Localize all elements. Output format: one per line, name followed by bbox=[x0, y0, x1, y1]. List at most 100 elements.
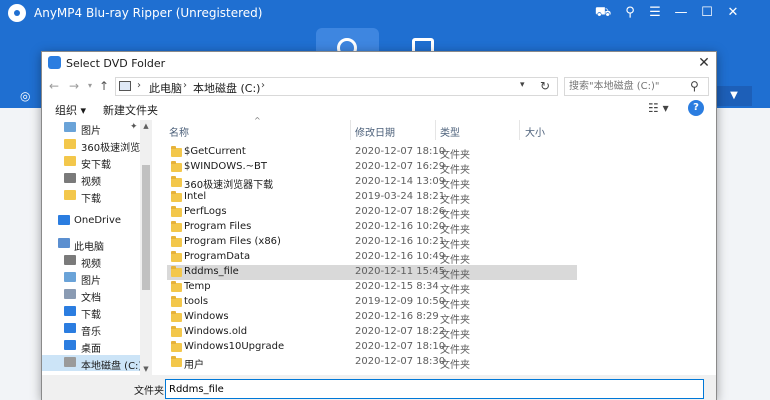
nav-item[interactable]: OneDrive bbox=[42, 213, 152, 229]
table-row[interactable]: PerfLogs 2020-12-07 18:26 文件夹 bbox=[167, 205, 577, 221]
address-dropdown-icon[interactable]: ▾ bbox=[520, 80, 525, 90]
nav-item[interactable]: 桌面 bbox=[42, 338, 152, 355]
documents-icon bbox=[64, 289, 76, 299]
table-row[interactable]: Windows 2020-12-16 8:29 文件夹 bbox=[167, 310, 577, 326]
menu-icon[interactable]: ☰ bbox=[644, 3, 666, 23]
file-date: 2020-12-16 10:21 bbox=[355, 236, 446, 247]
dialog-close-button[interactable]: ✕ bbox=[694, 54, 714, 72]
nav-item-label: 此电脑 bbox=[74, 242, 104, 253]
breadcrumb-separator-icon[interactable]: › bbox=[183, 80, 187, 91]
file-date: 2020-12-07 18:10 bbox=[355, 341, 446, 352]
table-row[interactable]: $WINDOWS.~BT 2020-12-07 16:29 文件夹 bbox=[167, 160, 577, 176]
nav-item[interactable]: 图片 bbox=[42, 270, 152, 287]
address-bar[interactable]: › 此电脑 › 本地磁盘 (C:) › ▾ ↻ bbox=[115, 77, 558, 96]
dialog-titlebar: Select DVD Folder ✕ bbox=[42, 52, 716, 74]
file-type: 文件夹 bbox=[440, 270, 470, 281]
nav-item[interactable]: 360极速浏览器下 bbox=[42, 137, 152, 154]
scrollbar-thumb[interactable] bbox=[142, 165, 150, 290]
file-list: ^ 名称 修改日期 类型 大小 $GetCurrent 2020-12-07 18… bbox=[165, 116, 718, 375]
nav-pane-scrollbar[interactable]: ▲ ▼ bbox=[140, 120, 152, 375]
nav-item[interactable]: 下载 bbox=[42, 304, 152, 321]
search-icon[interactable]: ⚲ bbox=[690, 79, 699, 93]
file-type: 文件夹 bbox=[440, 300, 470, 311]
table-row[interactable]: ProgramData 2020-12-16 10:49 文件夹 bbox=[167, 250, 577, 266]
nav-item-label: 文档 bbox=[81, 293, 101, 304]
table-row[interactable]: tools 2019-12-09 10:50 文件夹 bbox=[167, 295, 577, 311]
breadcrumb-this-pc[interactable]: 此电脑 bbox=[149, 80, 182, 96]
table-row[interactable]: Windows10Upgrade 2020-12-07 18:10 文件夹 bbox=[167, 340, 577, 356]
organize-button[interactable]: 组织 ▾ bbox=[55, 102, 86, 118]
file-name: tools bbox=[184, 296, 209, 307]
music-icon bbox=[64, 323, 76, 333]
table-row[interactable]: Windows.old 2020-12-07 18:22 文件夹 bbox=[167, 325, 577, 341]
refresh-icon[interactable]: ↻ bbox=[540, 79, 550, 93]
help-icon[interactable]: ? bbox=[688, 100, 704, 116]
file-name: Program Files bbox=[184, 221, 252, 232]
table-row[interactable]: Rddms_file 2020-12-11 15:45 文件夹 bbox=[167, 265, 577, 281]
scroll-down-icon[interactable]: ▼ bbox=[140, 363, 152, 375]
column-divider[interactable] bbox=[350, 120, 351, 140]
cart-icon[interactable]: ⛟ bbox=[592, 3, 614, 23]
file-type: 文件夹 bbox=[440, 315, 470, 326]
file-name: Windows.old bbox=[184, 326, 248, 337]
column-divider[interactable] bbox=[435, 120, 436, 140]
view-options-icon[interactable]: ☷ ▾ bbox=[648, 101, 669, 115]
folder-name-input[interactable] bbox=[165, 379, 704, 399]
nav-item-label: 安下载 bbox=[81, 160, 111, 171]
breadcrumb-separator-icon[interactable]: › bbox=[261, 80, 265, 91]
new-folder-button[interactable]: 新建文件夹 bbox=[103, 102, 158, 118]
file-date: 2020-12-11 15:45 bbox=[355, 266, 446, 277]
dialog-app-icon bbox=[48, 56, 61, 69]
nav-item[interactable]: 此电脑 bbox=[42, 236, 152, 253]
back-arrow-icon[interactable]: ← bbox=[46, 78, 62, 94]
table-row[interactable]: Temp 2020-12-15 8:34 文件夹 bbox=[167, 280, 577, 296]
nav-item[interactable]: 图片 ✦ bbox=[42, 120, 152, 137]
column-header-size[interactable]: 大小 bbox=[525, 124, 545, 139]
nav-item[interactable]: 音乐 bbox=[42, 321, 152, 338]
folder-icon bbox=[171, 341, 182, 352]
column-divider[interactable] bbox=[519, 120, 520, 140]
column-header-type[interactable]: 类型 bbox=[440, 124, 460, 139]
table-row[interactable]: Program Files 2020-12-16 10:20 文件夹 bbox=[167, 220, 577, 236]
pictures-icon bbox=[64, 272, 76, 282]
up-arrow-icon[interactable]: ↑ bbox=[96, 78, 112, 94]
file-name: Program Files (x86) bbox=[184, 236, 281, 247]
nav-item[interactable]: 视频 bbox=[42, 171, 152, 188]
table-row[interactable]: Program Files (x86) 2020-12-16 10:21 文件夹 bbox=[167, 235, 577, 251]
search-input[interactable] bbox=[569, 79, 684, 94]
column-header-name[interactable]: 名称 bbox=[169, 124, 189, 139]
search-box[interactable]: ⚲ bbox=[564, 77, 709, 96]
folder-icon bbox=[171, 356, 182, 367]
close-icon[interactable]: ✕ bbox=[722, 3, 744, 23]
table-row[interactable]: 360极速浏览器下载 2020-12-14 13:09 文件夹 bbox=[167, 175, 577, 191]
scroll-up-icon[interactable]: ▲ bbox=[140, 120, 152, 132]
nav-item[interactable]: 视频 bbox=[42, 253, 152, 270]
folder-icon bbox=[64, 190, 76, 200]
file-name: ProgramData bbox=[184, 251, 251, 262]
file-name: $WINDOWS.~BT bbox=[184, 161, 268, 172]
forward-arrow-icon[interactable]: → bbox=[66, 78, 82, 94]
nav-item-label: 视频 bbox=[81, 177, 101, 188]
maximize-icon[interactable]: ☐ bbox=[696, 3, 718, 23]
breadcrumb-local-disk[interactable]: 本地磁盘 (C:) bbox=[193, 80, 260, 96]
file-name: Intel bbox=[184, 191, 207, 202]
dialog-title: Select DVD Folder bbox=[66, 57, 166, 70]
nav-item[interactable]: 本地磁盘 (C:) bbox=[42, 355, 152, 372]
rip-all-dropdown[interactable]: ▼ bbox=[716, 86, 752, 106]
file-type: 文件夹 bbox=[440, 285, 470, 296]
nav-item[interactable]: 安下载 bbox=[42, 154, 152, 171]
nav-item[interactable]: 下载 bbox=[42, 188, 152, 205]
computer-icon bbox=[58, 238, 70, 248]
load-disc-icon[interactable]: ◎ bbox=[20, 89, 30, 103]
column-header-date[interactable]: 修改日期 bbox=[355, 124, 395, 139]
table-row[interactable]: 用户 2020-12-07 18:30 文件夹 bbox=[167, 355, 577, 371]
file-date: 2020-12-07 16:29 bbox=[355, 161, 446, 172]
table-row[interactable]: $GetCurrent 2020-12-07 18:10 文件夹 bbox=[167, 145, 577, 161]
table-row[interactable]: Intel 2019-03-24 18:21 文件夹 bbox=[167, 190, 577, 206]
file-type: 文件夹 bbox=[440, 150, 470, 161]
key-icon[interactable]: ⚲ bbox=[619, 3, 641, 23]
nav-item[interactable]: 文档 bbox=[42, 287, 152, 304]
breadcrumb-separator-icon[interactable]: › bbox=[137, 80, 141, 91]
cloud-icon bbox=[58, 215, 70, 225]
minimize-icon[interactable]: — bbox=[670, 3, 692, 23]
